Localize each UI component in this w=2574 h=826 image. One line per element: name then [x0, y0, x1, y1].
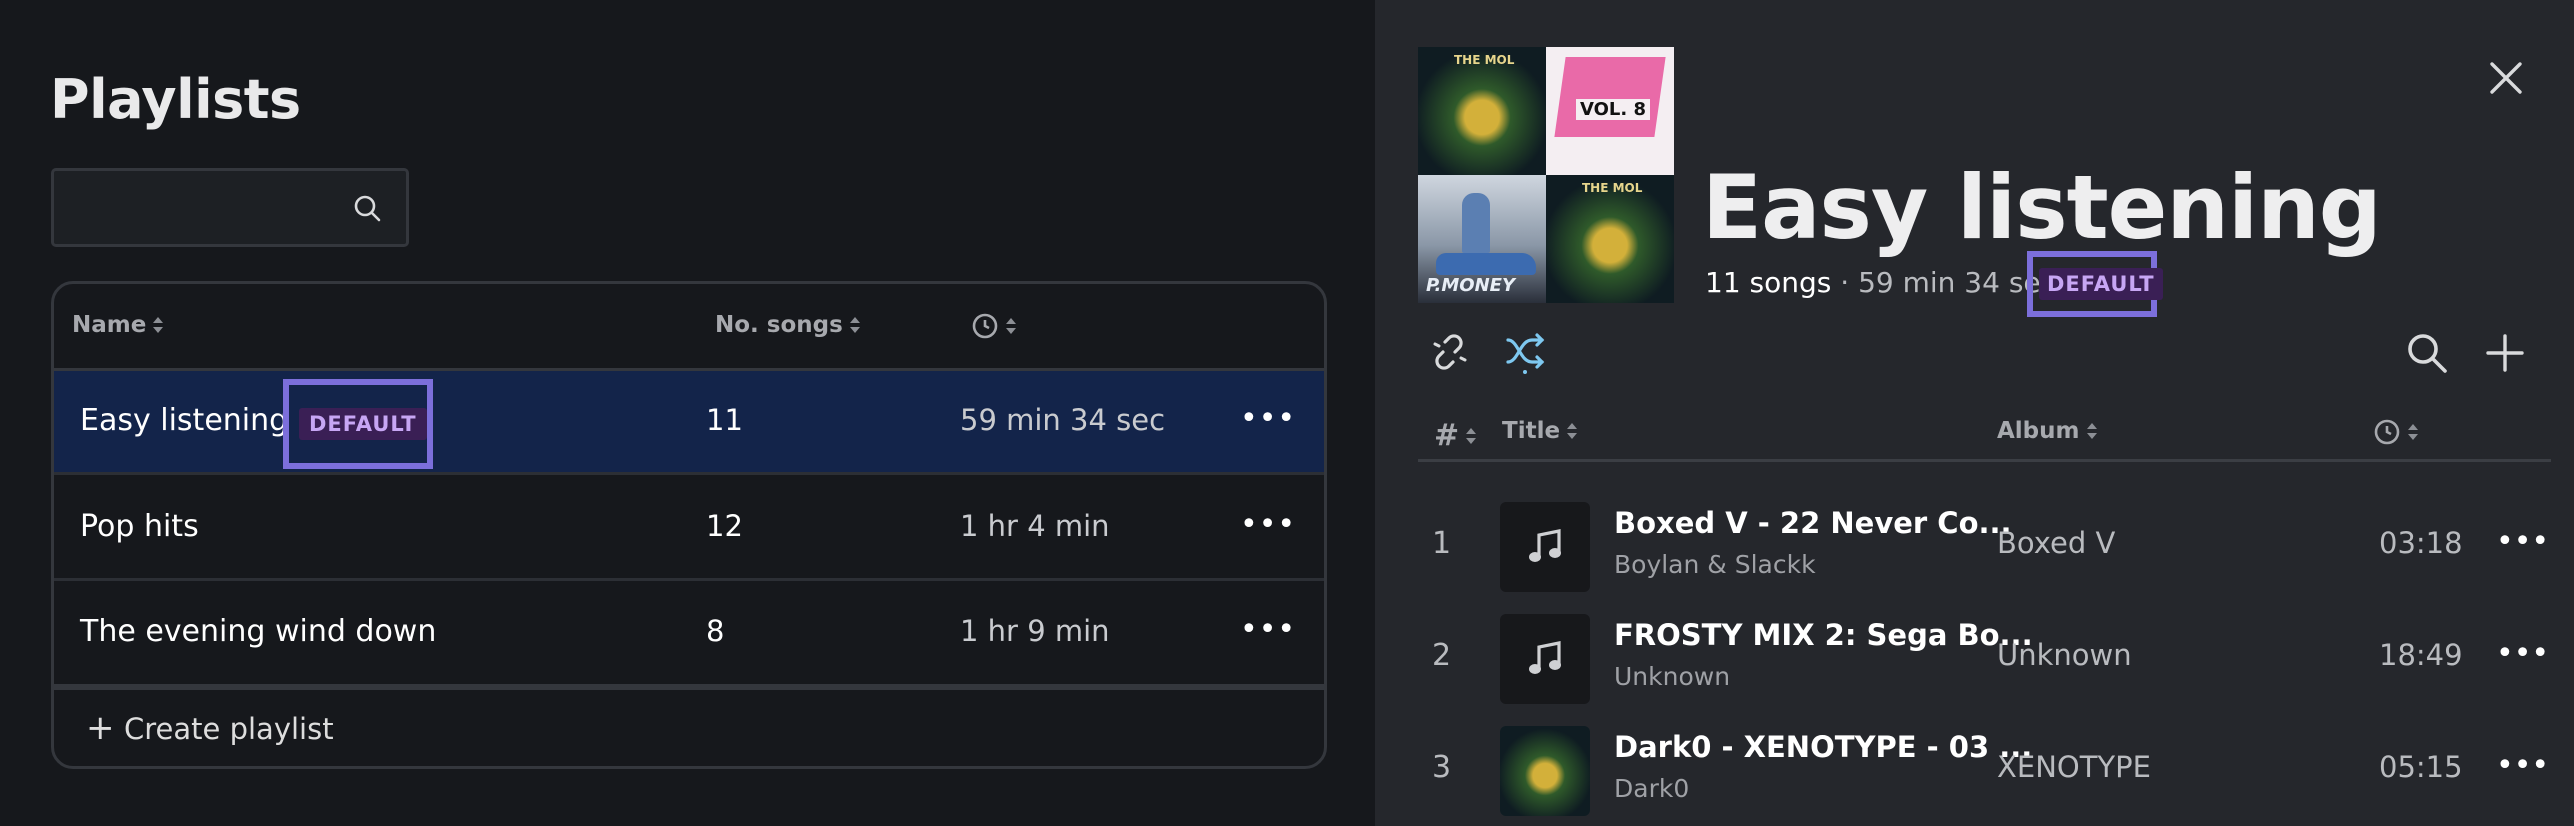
page-title: Playlists: [50, 68, 301, 131]
more-options-icon[interactable]: •••: [2496, 636, 2549, 671]
playlist-name: Easy listening: [80, 403, 289, 438]
playlist-duration: 59 min 34 sec: [960, 403, 1166, 437]
track-artist[interactable]: Boylan & Slackk: [1614, 550, 1816, 579]
broken-link-icon[interactable]: [1427, 330, 1471, 374]
tracks-header: # Title Album: [1418, 412, 2551, 462]
default-badge: DEFAULT: [299, 408, 427, 440]
track-title[interactable]: Boxed V - 22 Never Co...: [1614, 506, 2012, 540]
sort-icon[interactable]: [2086, 420, 2098, 442]
search-icon[interactable]: [2405, 331, 2449, 375]
music-note-icon: [1529, 529, 1561, 562]
song-count: 11 songs: [1705, 266, 1832, 299]
playlist-row[interactable]: Easy listening DEFAULT 11 59 min 34 sec …: [54, 371, 1324, 475]
playlists-table: Name No. songs Easy listening DEFAULT 11: [51, 281, 1327, 769]
default-badge: DEFAULT: [2039, 268, 2163, 300]
sort-icon[interactable]: [1465, 425, 1477, 447]
playlist-row[interactable]: The evening wind down 8 1 hr 9 min •••: [54, 582, 1324, 686]
search-icon[interactable]: [352, 193, 382, 223]
clock-icon: [2374, 419, 2400, 445]
playlist-title: Easy listening: [1702, 156, 2382, 259]
clock-icon: [972, 313, 998, 339]
sort-icon[interactable]: [2407, 421, 2419, 443]
playlist-row[interactable]: Pop hits 12 1 hr 4 min •••: [54, 477, 1324, 581]
sort-icon[interactable]: [152, 314, 164, 336]
search-input[interactable]: [54, 171, 354, 244]
album-cover: VOL. 8: [1546, 47, 1674, 175]
close-icon[interactable]: [2486, 58, 2526, 98]
shuffle-icon[interactable]: [1504, 330, 1548, 374]
album-cover: P.MONEY: [1418, 175, 1546, 303]
playlist-song-count: 12: [706, 509, 743, 543]
column-name[interactable]: Name: [72, 312, 164, 338]
track-artist[interactable]: Unknown: [1614, 662, 1730, 691]
highlight-box: DEFAULT: [283, 379, 433, 469]
track-title[interactable]: FROSTY MIX 2: Sega Bo...: [1614, 618, 2033, 652]
track-row[interactable]: 3 Dark0 - XENOTYPE - 03 ... Dark0 XENOTY…: [1418, 716, 2551, 824]
column-duration[interactable]: [971, 312, 1017, 340]
more-options-icon[interactable]: •••: [2496, 748, 2549, 783]
track-thumbnail: [1500, 502, 1590, 592]
create-playlist-label: Create playlist: [124, 712, 334, 746]
playlist-name: Pop hits: [80, 509, 199, 544]
track-album[interactable]: Unknown: [1997, 638, 2132, 672]
more-options-icon[interactable]: •••: [2496, 524, 2549, 559]
sort-icon[interactable]: [849, 314, 861, 336]
playlist-song-count: 8: [706, 614, 725, 648]
more-options-icon[interactable]: •••: [1240, 507, 1296, 542]
create-playlist-button[interactable]: + Create playlist: [54, 684, 1324, 766]
highlight-box: DEFAULT: [2027, 251, 2163, 317]
more-options-icon[interactable]: •••: [1240, 612, 1296, 647]
track-row[interactable]: 2 FROSTY MIX 2: Sega Bo... Unknown Unkno…: [1418, 604, 2551, 712]
plus-icon: +: [86, 708, 115, 748]
track-number: 2: [1432, 638, 1452, 673]
playlist-detail-panel: THE MOL VOL. 8 P.MONEY THE MOL Easy list…: [1375, 0, 2574, 826]
track-artist[interactable]: Dark0: [1614, 774, 1689, 803]
add-icon[interactable]: [2483, 331, 2527, 375]
sort-icon[interactable]: [1566, 420, 1578, 442]
playlist-duration: 1 hr 4 min: [960, 509, 1110, 543]
column-time[interactable]: [2373, 418, 2419, 446]
track-number: 3: [1432, 750, 1452, 785]
column-number[interactable]: #: [1434, 418, 1477, 453]
column-album[interactable]: Album: [1997, 418, 2098, 444]
track-duration: 05:15: [2379, 750, 2463, 784]
playlist-name: The evening wind down: [80, 614, 437, 649]
track-duration: 03:18: [2379, 526, 2463, 560]
more-options-icon[interactable]: •••: [1240, 401, 1296, 436]
album-cover: THE MOL: [1546, 175, 1674, 303]
playlist-song-count: 11: [706, 403, 743, 437]
column-songs[interactable]: No. songs: [715, 312, 861, 338]
track-album[interactable]: Boxed V: [1997, 526, 2115, 560]
album-art-thumbnail: [1500, 726, 1590, 816]
track-row[interactable]: 1 Boxed V - 22 Never Co... Boylan & Slac…: [1418, 492, 2551, 600]
playlist-duration: 1 hr 9 min: [960, 614, 1110, 648]
table-header: Name No. songs: [54, 284, 1324, 371]
album-cover: THE MOL: [1418, 47, 1546, 175]
column-title[interactable]: Title: [1502, 418, 1578, 444]
track-title[interactable]: Dark0 - XENOTYPE - 03 ...: [1614, 730, 2032, 764]
playlists-panel: Playlists Name No. songs Easy listening …: [0, 0, 1375, 826]
playlist-meta: 11 songs · 59 min 34 sec: [1705, 266, 2057, 299]
music-note-icon: [1529, 641, 1561, 674]
track-thumbnail: [1500, 614, 1590, 704]
playlist-search[interactable]: [51, 168, 409, 247]
track-album[interactable]: XENOTYPE: [1997, 750, 2151, 784]
track-number: 1: [1432, 526, 1452, 561]
track-duration: 18:49: [2379, 638, 2463, 672]
sort-icon[interactable]: [1005, 315, 1017, 337]
playlist-cover-mosaic: THE MOL VOL. 8 P.MONEY THE MOL: [1418, 47, 1674, 303]
